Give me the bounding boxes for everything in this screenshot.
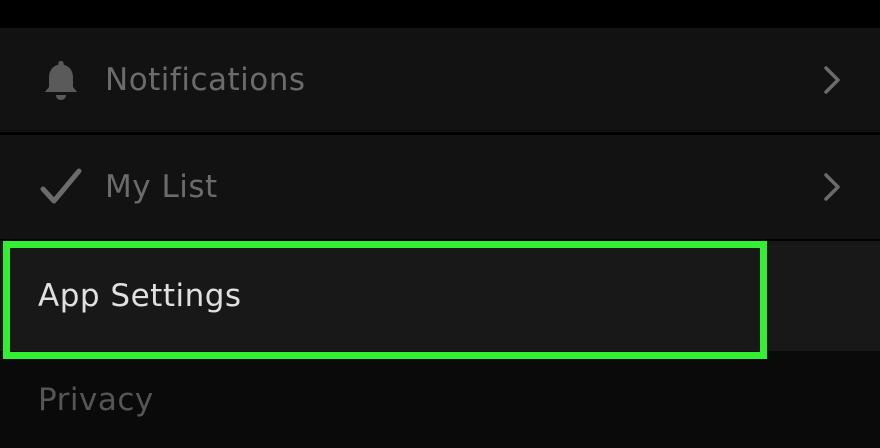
chevron-right-icon	[820, 65, 844, 95]
menu-item-notifications[interactable]: Notifications	[0, 28, 880, 132]
checkmark-icon	[40, 166, 82, 208]
bell-icon	[40, 59, 82, 101]
chevron-right-icon	[820, 172, 844, 202]
account-menu-screen: Notifications My List App Settings Priva…	[0, 0, 880, 448]
menu-item-label: Privacy	[38, 381, 154, 418]
menu-item-label: My List	[105, 169, 218, 205]
menu-item-privacy[interactable]: Privacy	[0, 351, 880, 448]
menu-item-label: App Settings	[38, 278, 242, 314]
menu-item-app-settings[interactable]: App Settings	[0, 241, 880, 351]
menu-item-my-list[interactable]: My List	[0, 135, 880, 239]
menu-item-label: Notifications	[105, 62, 306, 98]
